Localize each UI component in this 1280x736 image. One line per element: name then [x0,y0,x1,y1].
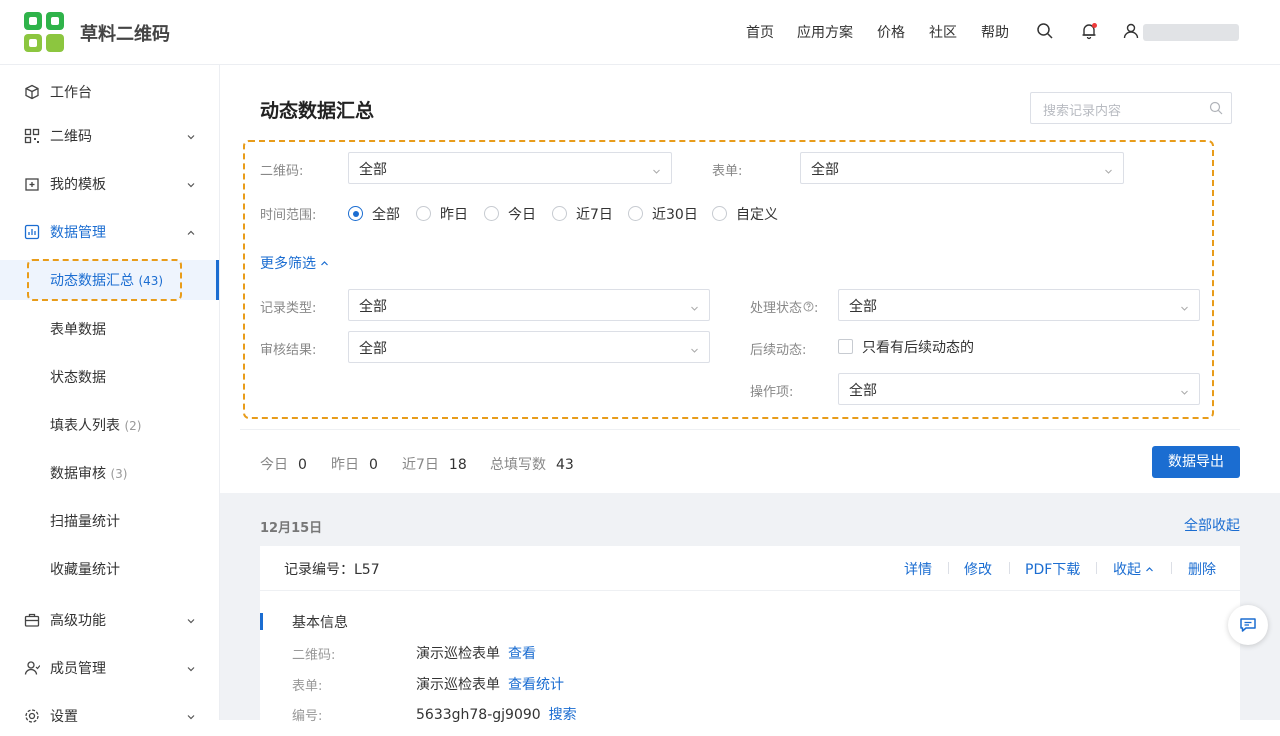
sidebar-item-label: 成员管理 [50,661,106,677]
sidebar-item-label: 数据审核 (3) [50,466,128,482]
search-icon[interactable] [1036,22,1056,42]
sidebar-item-settings[interactable]: 设置 [0,696,219,736]
sidebar-item-label: 工作台 [50,85,92,101]
chevron-down-icon [186,178,196,188]
sidebar-sub-form-data[interactable]: 表单数据 [0,309,219,349]
sidebar-item-label: 数据管理 [50,225,106,241]
sidebar-item-label: 二维码 [50,129,92,145]
collapse-link[interactable]: 收起 [1113,559,1154,579]
sidebar-item-label: 表单数据 [50,322,106,338]
sidebar-item-label: 我的模板 [50,177,106,193]
stat-today: 今日 0 [260,457,307,473]
sidebar: 工作台 二维码 我的模板 数据管理 动态数据汇总 (43) 表单数据 状态数据 … [0,65,220,725]
search-input[interactable]: 搜索记录内容 [1030,92,1232,124]
nav-solutions[interactable]: 应用方案 [797,22,853,42]
chart-icon [24,224,40,240]
chat-icon [1240,618,1256,632]
sidebar-item-qrcode[interactable]: 二维码 [0,116,219,156]
divider [240,429,1240,430]
sidebar-item-templates[interactable]: 我的模板 [0,164,219,204]
records-area: 12月15日 全部收起 记录编号：L57 详情 修改 PDF下载 收起 删除 基… [220,493,1280,726]
chevron-up-icon [186,226,196,236]
field-value: 演示巡检表单 查看 [416,646,536,662]
logo[interactable] [24,12,64,52]
page-title: 动态数据汇总 [260,100,375,122]
record-number: 记录编号：L57 [284,562,380,578]
sidebar-item-advanced[interactable]: 高级功能 [0,600,219,640]
action-separator [1171,562,1172,574]
chevron-down-icon [186,662,196,672]
chat-button[interactable] [1228,605,1268,645]
sidebar-sub-status-data[interactable]: 状态数据 [0,357,219,397]
search-icon[interactable] [1209,101,1223,115]
sidebar-item-label: 状态数据 [50,370,106,386]
brand-name: 草料二维码 [80,24,170,45]
stat-yesterday: 昨日 0 [331,457,378,473]
action-separator [948,562,949,574]
chevron-down-icon [186,614,196,624]
template-icon [24,176,40,192]
nav-help[interactable]: 帮助 [981,22,1009,42]
briefcase-icon [24,612,40,628]
nav-community[interactable]: 社区 [929,22,957,42]
pdf-download-link[interactable]: PDF下载 [1025,559,1080,579]
sidebar-item-label: 设置 [50,709,78,725]
qr-icon [24,128,40,144]
delete-link[interactable]: 删除 [1188,559,1216,579]
search-link[interactable]: 搜索 [549,707,577,723]
action-separator [1096,562,1097,574]
sidebar-item-data-management[interactable]: 数据管理 [0,212,219,252]
filters-highlight-box [243,140,1214,419]
section-indicator [260,613,263,630]
stat-7days: 近7日 18 [402,457,467,473]
chevron-up-icon [1146,567,1154,572]
chevron-down-icon [186,710,196,720]
sidebar-item-label: 扫描量统计 [50,514,120,530]
top-bar: 草料二维码 首页 应用方案 价格 社区 帮助 [0,0,1280,65]
sidebar-sub-favorite-stats[interactable]: 收藏量统计 [0,549,219,589]
search-placeholder: 搜索记录内容 [1043,104,1122,119]
collapse-all-link[interactable]: 全部收起 [1184,515,1240,535]
field-key: 表单: [292,679,323,694]
sidebar-sub-data-review[interactable]: 数据审核 (3) [0,453,219,493]
stat-total: 总填写数 43 [490,457,574,473]
sidebar-item-workbench[interactable]: 工作台 [0,72,219,112]
sidebar-item-label: 高级功能 [50,613,106,629]
field-key: 编号: [292,709,323,724]
sidebar-sub-filler-list[interactable]: 填表人列表 (2) [0,405,219,445]
bell-icon[interactable] [1080,22,1100,42]
settings-icon [24,708,40,724]
view-stats-link[interactable]: 查看统计 [508,677,564,693]
record-card: 记录编号：L57 详情 修改 PDF下载 收起 删除 基本信息 二维码: 演示巡… [260,546,1240,726]
member-icon [24,660,41,676]
field-key: 二维码: [292,648,336,663]
sidebar-item-label: 填表人列表 (2) [50,418,142,434]
record-card-header: 记录编号：L57 详情 修改 PDF下载 收起 删除 [260,546,1240,591]
sidebar-item-members[interactable]: 成员管理 [0,648,219,688]
active-indicator [216,260,219,300]
cube-icon [24,84,40,100]
user-icon[interactable] [1122,22,1142,42]
section-title: 基本信息 [292,615,348,631]
sidebar-sub-scan-stats[interactable]: 扫描量统计 [0,501,219,541]
sidebar-highlight-box [27,259,182,301]
nav-home[interactable]: 首页 [746,22,774,42]
action-separator [1009,562,1010,574]
username-placeholder[interactable] [1143,24,1239,41]
view-link[interactable]: 查看 [508,646,536,662]
record-date-heading: 12月15日 [260,521,323,536]
field-value: 演示巡检表单 查看统计 [416,677,564,693]
edit-link[interactable]: 修改 [964,559,992,579]
export-button[interactable]: 数据导出 [1152,446,1240,478]
chevron-down-icon [186,130,196,140]
field-value: 5633gh78-gj9090 搜索 [416,707,577,723]
detail-link[interactable]: 详情 [904,559,932,579]
nav-pricing[interactable]: 价格 [877,22,905,42]
sidebar-item-label: 收藏量统计 [50,562,120,578]
